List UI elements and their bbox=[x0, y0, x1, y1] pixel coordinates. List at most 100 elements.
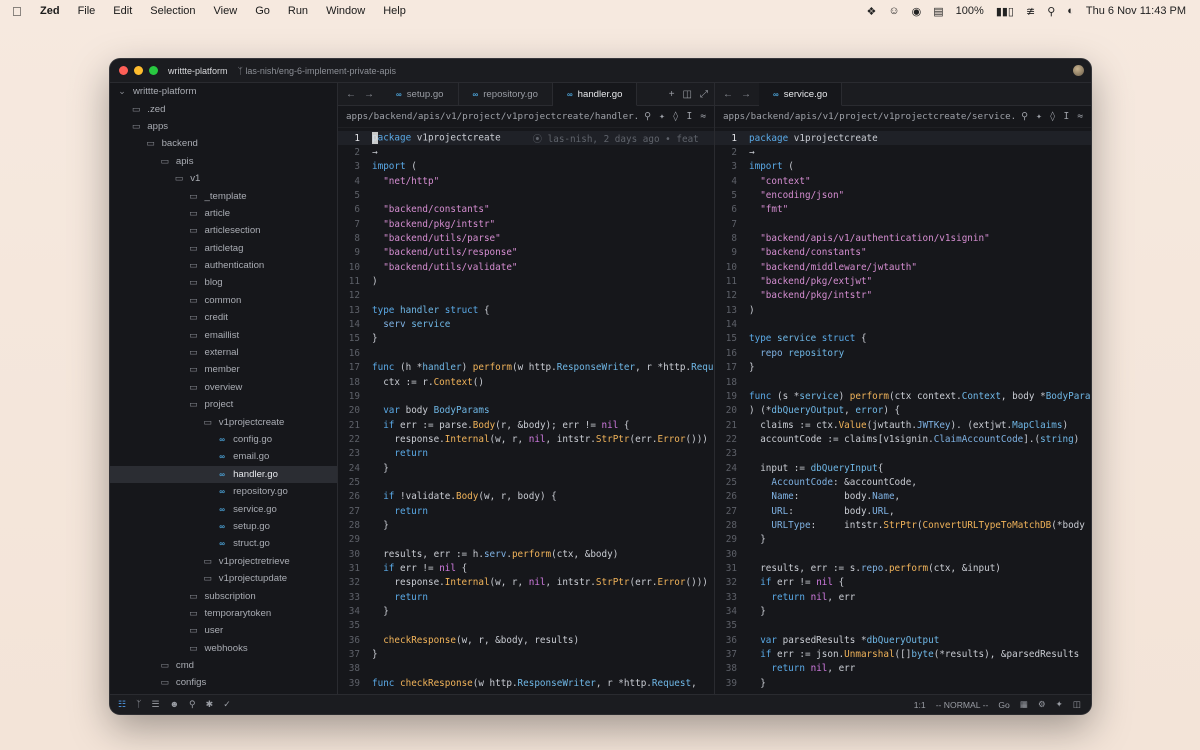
menu-edit[interactable]: Edit bbox=[104, 5, 141, 17]
code-line[interactable]: 38 return nil, err bbox=[715, 662, 1091, 676]
ai-icon[interactable]: ✦ bbox=[1056, 699, 1063, 710]
tab-repository-go[interactable]: ∞ repository.go bbox=[459, 83, 553, 105]
code-line[interactable]: 7 bbox=[715, 217, 1091, 231]
code-line[interactable]: 35 bbox=[715, 619, 1091, 633]
menu-window[interactable]: Window bbox=[317, 5, 374, 17]
line-number[interactable]: 4 bbox=[715, 176, 749, 187]
line-number[interactable]: 22 bbox=[715, 434, 749, 445]
line-number[interactable]: 18 bbox=[715, 377, 749, 388]
line-number[interactable]: 29 bbox=[715, 534, 749, 545]
line-number[interactable]: 20 bbox=[338, 405, 372, 416]
tree-item[interactable]: ▭ subscription bbox=[110, 587, 337, 604]
code-line[interactable]: 19 bbox=[338, 389, 714, 403]
code-line[interactable]: 13 type handler struct { bbox=[338, 303, 714, 317]
search-icon[interactable]: ⚲ bbox=[1021, 111, 1028, 122]
sparkle-icon[interactable]: ✦ bbox=[659, 111, 665, 122]
code-line[interactable]: 25 AccountCode: &accountCode, bbox=[715, 475, 1091, 489]
text-cursor-icon[interactable]: I bbox=[1064, 111, 1070, 122]
forward-arrow-icon[interactable]: → bbox=[364, 89, 374, 100]
diamond-icon[interactable]: ◊ bbox=[1050, 111, 1056, 122]
code-line[interactable]: 30 results, err := h.serv.perform(ctx, &… bbox=[338, 547, 714, 561]
code-line[interactable]: 27 URL: body.URL, bbox=[715, 504, 1091, 518]
tree-item[interactable]: ▭ project bbox=[110, 396, 337, 413]
line-number[interactable]: 29 bbox=[338, 534, 372, 545]
code-line[interactable]: 15 type service struct { bbox=[715, 332, 1091, 346]
line-number[interactable]: 38 bbox=[715, 663, 749, 674]
tree-item[interactable]: ▭ overview bbox=[110, 379, 337, 396]
line-number[interactable]: 13 bbox=[338, 305, 372, 316]
menu-app[interactable]: Zed bbox=[36, 5, 69, 17]
tree-item[interactable]: ∞ struct.go bbox=[110, 535, 337, 552]
line-number[interactable]: 30 bbox=[338, 549, 372, 560]
wifi-icon[interactable]: ≇ bbox=[1026, 5, 1035, 18]
search-icon[interactable]: ⚲ bbox=[1047, 5, 1055, 18]
code-line[interactable]: 1 package v1projectcreate ⦿ las-nish, 2 da… bbox=[338, 131, 714, 146]
line-number[interactable]: 25 bbox=[338, 477, 372, 488]
code-line[interactable]: 11 "backend/pkg/extjwt" bbox=[715, 274, 1091, 288]
tree-item[interactable]: ▭ blog bbox=[110, 274, 337, 291]
line-number[interactable]: 2 bbox=[715, 147, 749, 158]
line-number[interactable]: 10 bbox=[715, 262, 749, 273]
back-arrow-icon[interactable]: ← bbox=[723, 89, 733, 100]
tree-item[interactable]: ▭ v1projectupdate bbox=[110, 570, 337, 587]
line-number[interactable]: 17 bbox=[338, 362, 372, 373]
tree-item[interactable]: ▭ v1 bbox=[110, 170, 337, 187]
tree-item[interactable]: ▭ credit bbox=[110, 309, 337, 326]
check-icon[interactable]: ✓ bbox=[223, 699, 231, 710]
line-number[interactable]: 34 bbox=[715, 606, 749, 617]
line-number[interactable]: 24 bbox=[715, 463, 749, 474]
search-icon[interactable]: ⚲ bbox=[189, 699, 196, 710]
code-line[interactable]: 26 Name: body.Name, bbox=[715, 490, 1091, 504]
code-line[interactable]: 17} bbox=[715, 361, 1091, 375]
tree-item[interactable]: ▭ authentication bbox=[110, 257, 337, 274]
line-number[interactable]: 11 bbox=[715, 276, 749, 287]
line-number[interactable]: 10 bbox=[338, 262, 372, 273]
code-line[interactable]: 34 } bbox=[338, 604, 714, 618]
branch-selector[interactable]: ᛉ las-nish/eng-6-implement-private-apis bbox=[228, 66, 396, 76]
code-line[interactable]: 10 "backend/utils/validate" bbox=[338, 260, 714, 274]
code-line[interactable]: 5 "encoding/json" bbox=[715, 188, 1091, 202]
code-line[interactable]: 32 if err != nil { bbox=[715, 576, 1091, 590]
debug-icon[interactable]: ✱ bbox=[206, 699, 214, 710]
line-number[interactable]: 22 bbox=[338, 434, 372, 445]
tree-item[interactable]: ∞ service.go bbox=[110, 500, 337, 517]
minimize-window-button[interactable] bbox=[134, 66, 143, 75]
line-number[interactable]: 26 bbox=[715, 491, 749, 502]
code-line[interactable]: 11) bbox=[338, 274, 714, 288]
code-line[interactable]: 9 "backend/constants" bbox=[715, 246, 1091, 260]
line-number[interactable]: 19 bbox=[338, 391, 372, 402]
line-number[interactable]: 36 bbox=[338, 635, 372, 646]
breadcrumb[interactable]: apps/backend/apis/v1/project/v1projectcr… bbox=[715, 106, 1091, 128]
breadcrumb-path[interactable]: apps/backend/apis/v1/project/v1projectcr… bbox=[346, 111, 638, 122]
plus-icon[interactable]: + bbox=[669, 89, 675, 100]
line-number[interactable]: 3 bbox=[715, 161, 749, 172]
tree-item[interactable]: ▭ articlesection bbox=[110, 222, 337, 239]
code-line[interactable]: 33 return bbox=[338, 590, 714, 604]
code-line[interactable]: 8 "backend/utils/parse" bbox=[338, 231, 714, 245]
code-line[interactable]: 4 "net/http" bbox=[338, 174, 714, 188]
code-line[interactable]: 21 if err := parse.Body(r, &body); err !… bbox=[338, 418, 714, 432]
forward-arrow-icon[interactable]: → bbox=[741, 89, 751, 100]
line-number[interactable]: 30 bbox=[715, 549, 749, 560]
code-line[interactable]: 3 import ( bbox=[715, 160, 1091, 174]
code-line[interactable]: 16 repo repository bbox=[715, 346, 1091, 360]
code-line[interactable]: 5 bbox=[338, 188, 714, 202]
line-number[interactable]: 15 bbox=[715, 333, 749, 344]
sparkle-icon[interactable]: ✦ bbox=[1036, 111, 1042, 122]
tree-item[interactable]: ▭ cmd bbox=[110, 657, 337, 674]
collab-icon[interactable]: ☻ bbox=[170, 699, 179, 710]
line-number[interactable]: 34 bbox=[338, 606, 372, 617]
tree-item[interactable]: ▭ temporarytoken bbox=[110, 605, 337, 622]
avatar[interactable] bbox=[1073, 65, 1084, 76]
code-line[interactable]: 24 } bbox=[338, 461, 714, 475]
line-number[interactable]: 36 bbox=[715, 635, 749, 646]
line-number[interactable]: 33 bbox=[338, 592, 372, 603]
tab-handler-go[interactable]: ∞ handler.go bbox=[552, 83, 638, 106]
code-line[interactable]: 6 "fmt" bbox=[715, 203, 1091, 217]
code-line[interactable]: 6 "backend/constants" bbox=[338, 203, 714, 217]
code-line[interactable]: 16 bbox=[338, 346, 714, 360]
breadcrumb-path[interactable]: apps/backend/apis/v1/project/v1projectcr… bbox=[723, 111, 1015, 122]
line-number[interactable]: 32 bbox=[715, 577, 749, 588]
line-number[interactable]: 9 bbox=[338, 247, 372, 258]
left-editor[interactable]: 1 package v1projectcreate ⦿ las-nish, 2 da… bbox=[338, 128, 714, 694]
